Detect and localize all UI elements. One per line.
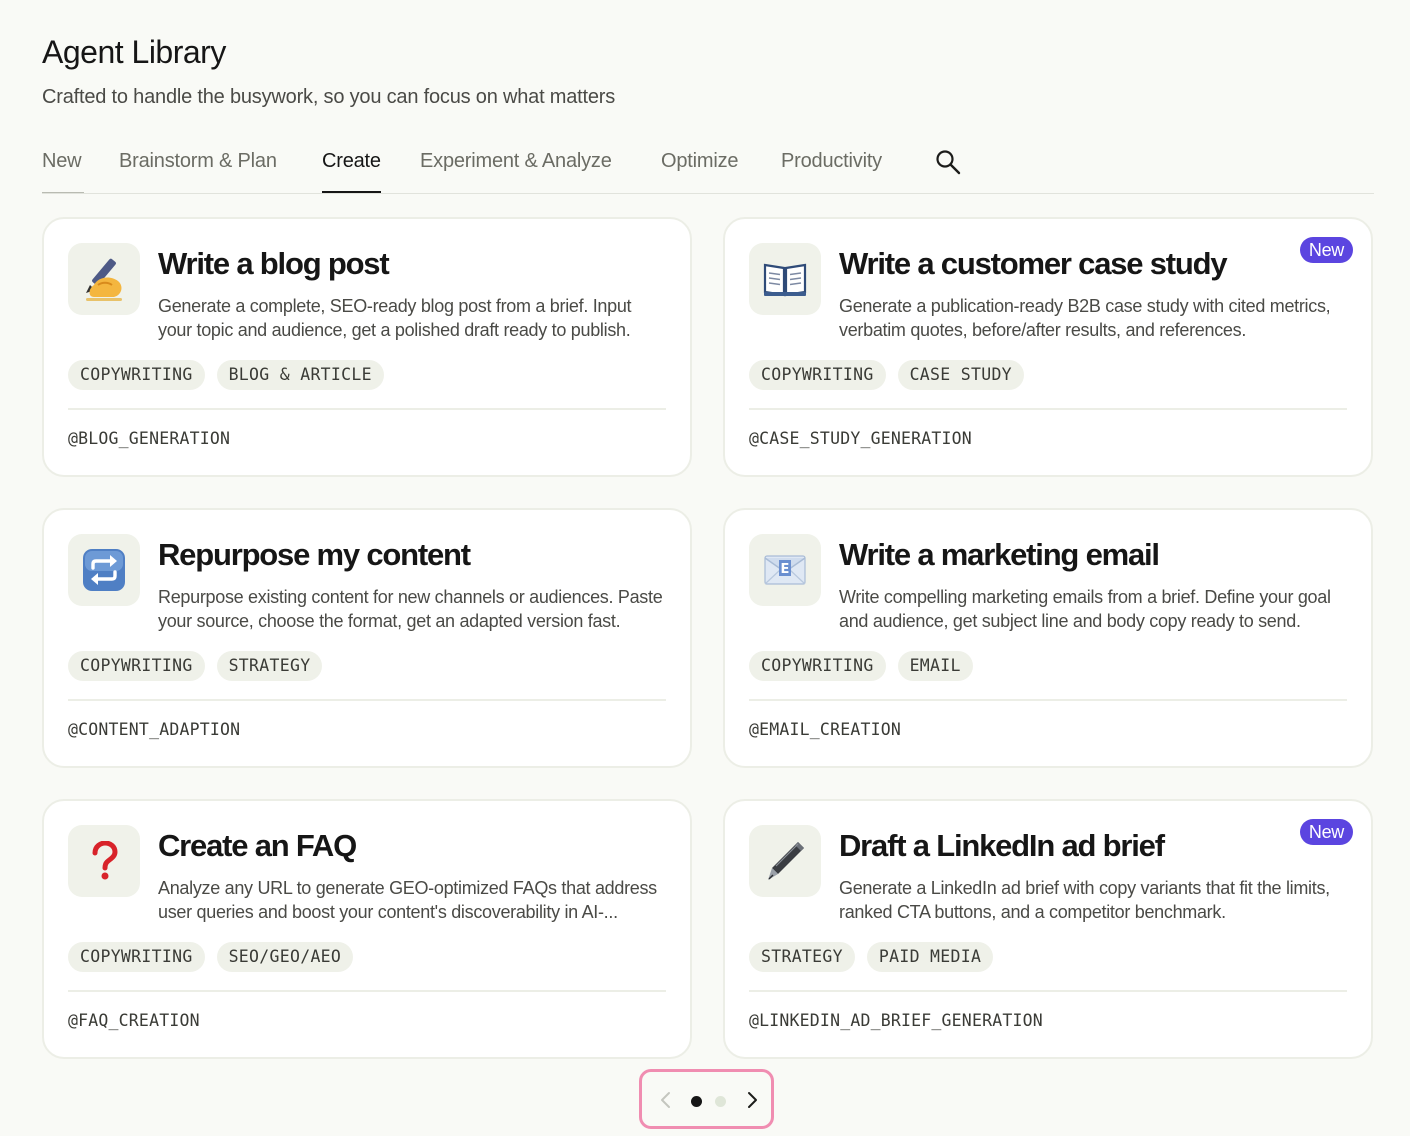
open-book-icon [749, 243, 821, 315]
tag[interactable]: COPYWRITING [749, 651, 886, 681]
tab-new[interactable]: New [42, 146, 84, 193]
card-divider [749, 990, 1347, 992]
page-header: Agent Library Crafted to handle the busy… [42, 32, 615, 110]
card-title: Write a customer case study [839, 246, 1228, 281]
card-description: Generate a publication-ready B2B case st… [839, 296, 1331, 340]
card-divider [68, 699, 666, 701]
card-title: Draft a LinkedIn ad brief [839, 828, 1165, 863]
tag[interactable]: SEO/GEO/AEO [216, 942, 354, 972]
card-divider [68, 990, 666, 992]
agent-handle: @LINKEDIN_AD_BRIEF_GENERATION [749, 1011, 1043, 1030]
pen-graphic [768, 842, 804, 880]
repeat-arrows-icon [68, 534, 140, 606]
card-description: Write compelling marketing emails from a… [839, 587, 1331, 631]
page-dot-2[interactable] [715, 1096, 726, 1107]
agent-card-faq[interactable]: Create an FAQ Analyze any URL to generat… [42, 799, 692, 1059]
pen-icon [749, 825, 821, 897]
open-book-graphic [763, 263, 807, 297]
new-badge: New [1299, 237, 1353, 263]
card-description: Generate a complete, SEO-ready blog post… [158, 296, 632, 340]
new-badge: New [1299, 819, 1353, 845]
card-divider [68, 408, 666, 410]
tag[interactable]: COPYWRITING [68, 942, 205, 972]
category-tabs: New Brainstorm & Plan Create Experiment … [42, 138, 1374, 194]
agent-card-repurpose-content[interactable]: Repurpose my content Repurpose existing … [42, 508, 692, 768]
tab-productivity[interactable]: Productivity [781, 146, 882, 193]
card-tags: COPYWRITING SEO/GEO/AEO [68, 942, 354, 972]
chevron-left-icon [661, 1092, 670, 1108]
card-tags: COPYWRITING BLOG & ARTICLE [68, 360, 384, 390]
question-mark-graphic [92, 841, 118, 880]
tag[interactable]: EMAIL [897, 651, 973, 681]
agent-handle: @EMAIL_CREATION [749, 720, 902, 739]
agent-card-blog-post[interactable]: Write a blog post Generate a complete, S… [42, 217, 692, 477]
card-description: Analyze any URL to generate GEO-optimize… [158, 878, 657, 922]
page-dot-1-active[interactable] [691, 1096, 702, 1107]
agent-card-marketing-email[interactable]: E Write a marketing email Write compelli… [723, 508, 1373, 768]
tag[interactable]: STRATEGY [216, 651, 323, 681]
svg-text:E: E [781, 562, 790, 577]
tab-optimize[interactable]: Optimize [661, 146, 739, 193]
card-tags: STRATEGY PAID MEDIA [749, 942, 994, 972]
pagination [639, 1069, 774, 1129]
prev-page-button[interactable] [656, 1089, 676, 1111]
card-description: Repurpose existing content for new chann… [158, 587, 663, 631]
tag[interactable]: COPYWRITING [749, 360, 886, 390]
tag[interactable]: BLOG & ARTICLE [216, 360, 384, 390]
agent-handle: @FAQ_CREATION [68, 1011, 200, 1030]
agent-handle: @CASE_STUDY_GENERATION [749, 429, 972, 448]
next-page-button[interactable] [742, 1089, 762, 1111]
chevron-right-icon [748, 1092, 757, 1108]
card-divider [749, 699, 1347, 701]
tag[interactable]: CASE STUDY [897, 360, 1024, 390]
tab-brainstorm-plan[interactable]: Brainstorm & Plan [119, 146, 277, 193]
tab-create[interactable]: Create [322, 146, 381, 193]
card-divider [749, 408, 1347, 410]
tab-experiment-analyze[interactable]: Experiment & Analyze [420, 146, 612, 193]
writing-hand-icon [68, 243, 140, 315]
card-title: Repurpose my content [158, 537, 471, 572]
card-tags: COPYWRITING EMAIL [749, 651, 973, 681]
card-title: Write a marketing email [839, 537, 1160, 572]
repeat-arrows-graphic [83, 549, 125, 591]
tag[interactable]: STRATEGY [749, 942, 855, 972]
tag[interactable]: PAID MEDIA [866, 942, 994, 972]
card-title: Create an FAQ [158, 828, 357, 863]
agent-card-linkedin-ad-brief[interactable]: Draft a LinkedIn ad brief New Generate a… [723, 799, 1373, 1059]
page-title: Agent Library [42, 34, 226, 70]
question-mark-icon [68, 825, 140, 897]
search-button[interactable] [934, 148, 962, 176]
card-title: Write a blog post [158, 246, 390, 281]
card-tags: COPYWRITING CASE STUDY [749, 360, 1024, 390]
agent-handle: @BLOG_GENERATION [68, 429, 231, 448]
tag[interactable]: COPYWRITING [68, 360, 205, 390]
agent-card-case-study[interactable]: Write a customer case study New Generate… [723, 217, 1373, 477]
card-description: Generate a LinkedIn ad brief with copy v… [839, 878, 1330, 922]
card-tags: COPYWRITING STRATEGY [68, 651, 323, 681]
page-subtitle: Crafted to handle the busywork, so you c… [42, 86, 616, 108]
email-envelope-icon: E [749, 534, 821, 606]
agent-handle: @CONTENT_ADAPTION [68, 720, 241, 739]
tag[interactable]: COPYWRITING [68, 651, 205, 681]
email-envelope-graphic: E [764, 555, 806, 585]
writing-hand-graphic [86, 258, 122, 301]
search-icon [936, 150, 961, 175]
